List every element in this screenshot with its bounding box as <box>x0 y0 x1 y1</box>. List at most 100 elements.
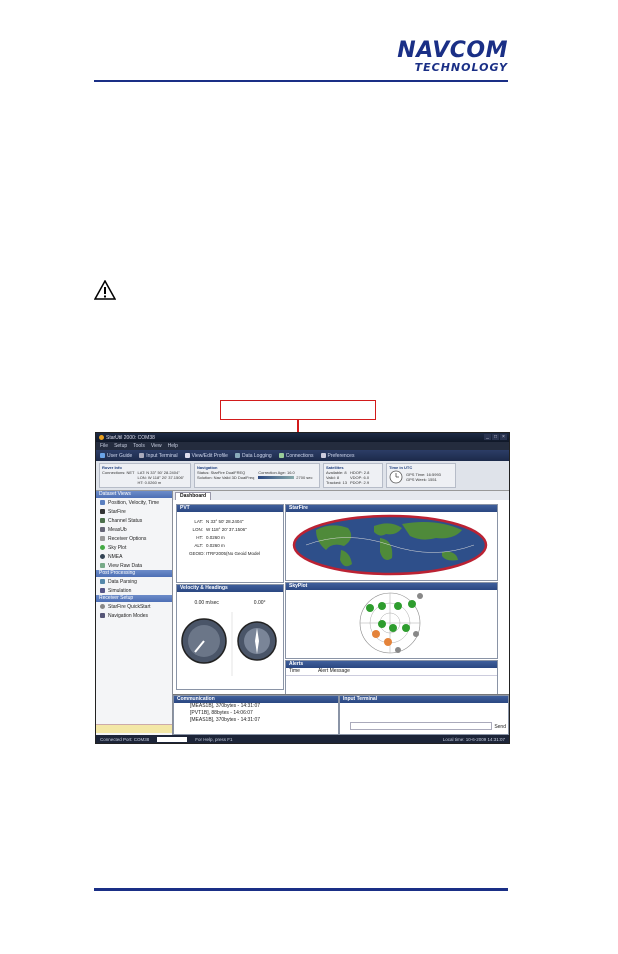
window-title: StarUtil 2000: COM38 <box>106 434 155 441</box>
raw-data-icon <box>100 563 105 568</box>
menu-file[interactable]: File <box>100 443 108 449</box>
sidebar-section-dataset-views[interactable]: Dataset Views <box>96 491 172 498</box>
pvt-hgt-value: 0.0260 m <box>206 535 225 540</box>
nmea-icon <box>100 554 105 559</box>
connections-button[interactable]: Connections <box>278 453 314 459</box>
log-line: [MEAS1B], 370bytes - 14:31:07 <box>190 703 261 709</box>
pvt-alt-value: 0.0260 m <box>206 543 225 548</box>
pvt-lon-value: W 118° 20' 37.1506" <box>206 527 247 532</box>
pvt-alt-label: ALT: <box>194 543 203 548</box>
send-button[interactable]: Send <box>494 724 506 730</box>
app-body: Dataset Views Position, Velocity, Time S… <box>96 491 509 735</box>
pvt-icon <box>100 500 105 505</box>
sidebar-item-navigation-modes[interactable]: Navigation Modes <box>96 611 172 620</box>
pvt-lat-label: LAT: <box>194 519 203 524</box>
quickstart-icon <box>100 604 105 609</box>
alerts-title: Alerts <box>286 661 497 668</box>
alerts-col-message: Alert Message <box>317 668 350 674</box>
alerts-col-time: Time <box>289 668 300 674</box>
correction-age-bar <box>258 476 295 479</box>
sidebar-footer <box>96 724 172 733</box>
input-terminal-button[interactable]: Input Terminal <box>139 453 178 459</box>
terminal-input[interactable] <box>350 722 492 730</box>
close-icon[interactable]: × <box>500 434 507 440</box>
profile-icon <box>184 453 190 458</box>
skyplot-icon <box>100 545 105 550</box>
minimize-icon[interactable]: _ <box>484 434 491 440</box>
sidebar-item-receiver-options[interactable]: Receiver Options <box>96 534 172 543</box>
pvt-geoid-value: ITRF2005(No Geoid Model <box>206 551 261 556</box>
starfire-title: StarFire <box>286 505 497 512</box>
app-icon <box>99 435 104 440</box>
info-bar: Rover Info Connections: NET LAT: N 33° 5… <box>96 461 509 491</box>
starfire-icon <box>100 509 105 514</box>
log-icon <box>234 453 240 458</box>
sidebar-item-view-raw-data[interactable]: View Raw Data <box>96 561 172 570</box>
plug-icon <box>278 453 284 458</box>
pvt-lon-label: LON: <box>192 527 203 532</box>
sidebar-item-starfire[interactable]: StarFire <box>96 507 172 516</box>
status-help: For Help, press F1 <box>195 736 233 742</box>
dashboard-area: Dashboard PVT LAT: N 33° 50' 28.2404" LON… <box>173 491 509 696</box>
menu-bar: File Setup Tools View Help <box>96 442 509 450</box>
clock-icon <box>389 470 403 484</box>
menu-help[interactable]: Help <box>168 443 178 449</box>
view-edit-profile-button[interactable]: View/Edit Profile <box>184 453 228 459</box>
user-guide-button[interactable]: User Guide <box>100 453 132 459</box>
sidebar-item-data-parsing[interactable]: Data Parsing <box>96 577 172 586</box>
data-logging-button[interactable]: Data Logging <box>234 453 272 459</box>
pvt-title: PVT <box>177 505 283 512</box>
meas-icon <box>100 527 105 532</box>
skyplot-title: SkyPlot <box>286 583 497 590</box>
nav-ages: 2700 sec <box>296 475 313 480</box>
velocity-card: Velocity & Headings 0.00 m/sec 0.00° <box>176 584 284 690</box>
sidebar-item-sky-plot[interactable]: Sky Plot <box>96 543 172 552</box>
preferences-button[interactable]: Preferences <box>320 453 354 459</box>
sidebar-item-pvt[interactable]: Position, Velocity, Time <box>96 498 172 507</box>
communication-panel: Communication [MEAS1B], 370bytes - 14:31… <box>173 695 339 735</box>
bottom-panels: Communication [MEAS1B], 370bytes - 14:31… <box>173 694 509 735</box>
channel-icon <box>100 518 105 523</box>
log-line: [PVT1B], 88bytes - 14:06:07 <box>190 710 253 716</box>
sidebar-section-post-processing[interactable]: Post Processing <box>96 570 172 577</box>
pvt-geoid-label: GEOID: <box>189 551 205 556</box>
header-rule <box>94 80 508 82</box>
terminal-icon <box>139 453 145 458</box>
sidebar-item-nmea[interactable]: NMEA <box>96 552 172 561</box>
tab-dashboard[interactable]: Dashboard <box>175 492 212 500</box>
sidebar-item-measub[interactable]: MeasUb <box>96 525 172 534</box>
sidebar-item-starfire-quickstart[interactable]: StarFire QuickStart <box>96 602 172 611</box>
nav-modes-icon <box>100 613 105 618</box>
maximize-icon[interactable]: □ <box>492 434 499 440</box>
status-box <box>157 736 188 742</box>
sidebar-section-receiver-setup[interactable]: Receiver Setup <box>96 595 172 602</box>
sat-pdop: PDOP: 2.9 <box>349 480 370 485</box>
alerts-card: Alerts Time Alert Message <box>285 660 498 696</box>
menu-view[interactable]: View <box>151 443 162 449</box>
footer-rule <box>94 888 508 891</box>
sidebar-item-channel-status[interactable]: Channel Status <box>96 516 172 525</box>
nav-solution: Solution: Nav Valid 3D DualFreq <box>197 475 255 480</box>
simulation-icon <box>100 588 105 593</box>
log-line: [MEAS1B], 370bytes - 14:31:07 <box>190 717 261 723</box>
sidebar-item-simulation[interactable]: Simulation <box>96 586 172 595</box>
parse-icon <box>100 579 105 584</box>
sat-tracked: Tracked: 13 <box>326 480 347 485</box>
time-panel: Time in UTC GPS Time: 16:5993 GPS Week: … <box>386 463 456 488</box>
menu-tools[interactable]: Tools <box>133 443 145 449</box>
pvt-lat-value: N 33° 50' 28.2404" <box>206 519 244 524</box>
rover-info-panel: Rover Info Connections: NET LAT: N 33° 5… <box>99 463 191 488</box>
skyplot-card: SkyPlot <box>285 582 498 659</box>
gear-icon <box>320 453 326 458</box>
input-terminal-title: Input Terminal <box>340 696 508 703</box>
wrench-icon <box>100 536 105 541</box>
starfire-map <box>286 512 495 578</box>
rover-hgt: HT: 0.0260 m <box>137 480 162 485</box>
menu-setup[interactable]: Setup <box>114 443 127 449</box>
starutil-window: StarUtil 2000: COM38 _ □ × File Setup To… <box>95 432 510 744</box>
toolbar: User Guide Input Terminal View/Edit Prof… <box>96 450 509 461</box>
satellites-panel: Satellites Available: 8 Valid: 8 Tracked… <box>323 463 383 488</box>
warning-icon <box>94 280 116 300</box>
window-titlebar: StarUtil 2000: COM38 _ □ × <box>96 433 509 442</box>
input-terminal-panel: Input Terminal Send <box>339 695 509 735</box>
